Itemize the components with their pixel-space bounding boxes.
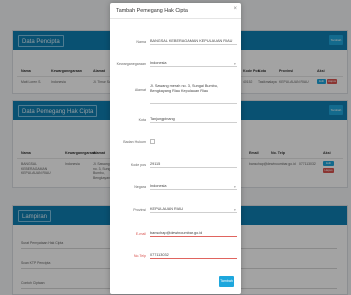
badan-hukum-checkbox[interactable] — [150, 139, 155, 144]
telp-label: No.Telp — [133, 254, 146, 258]
email-label: E-mail — [135, 232, 146, 236]
provinsi-label: Provinsi — [133, 208, 146, 212]
close-icon[interactable]: × — [233, 6, 237, 12]
badan-hukum-label: Badan Hukum — [123, 140, 146, 144]
kode-pos-label: Kode pos — [130, 163, 146, 167]
negara-label: Negara — [134, 185, 146, 189]
nama-label: Nama — [136, 40, 146, 44]
chevron-down-icon: ▾ — [234, 62, 236, 66]
telp-field[interactable]: 077113032 — [150, 253, 237, 259]
alamat-textarea[interactable]: Jl. Sawang merah no. 3, Sungai Bumbu, Be… — [150, 84, 237, 104]
chevron-down-icon: ▾ — [234, 208, 236, 212]
nama-field[interactable]: BANGSAL KEBERAGAMAN KEPULAUAN RIAU — [150, 39, 237, 45]
provinsi-select[interactable]: KEPULAUAN RIAU — [150, 207, 237, 213]
kota-label: Kota — [138, 118, 146, 122]
submit-button[interactable]: Tambah — [219, 276, 234, 287]
alamat-label: Alamat — [134, 88, 146, 92]
negara-select[interactable]: Indonesia — [150, 184, 237, 190]
kewarganegaraan-label: Kewarganegaraan — [116, 62, 146, 66]
modal-divider — [110, 18, 241, 19]
email-field[interactable]: banschap@dewinoumbar.go.id — [150, 231, 237, 237]
kode-pos-field[interactable]: 29115 — [150, 162, 237, 168]
modal-title: Tambah Pemegang Hak Cipta — [116, 8, 188, 14]
chevron-down-icon: ▾ — [234, 185, 236, 189]
kota-field[interactable]: Tanjungpinang — [150, 117, 237, 123]
kewarganegaraan-select[interactable]: Indonesia — [150, 61, 237, 67]
add-holder-modal: Tambah Pemegang Hak Cipta × Nama BANGSAL… — [110, 3, 241, 294]
